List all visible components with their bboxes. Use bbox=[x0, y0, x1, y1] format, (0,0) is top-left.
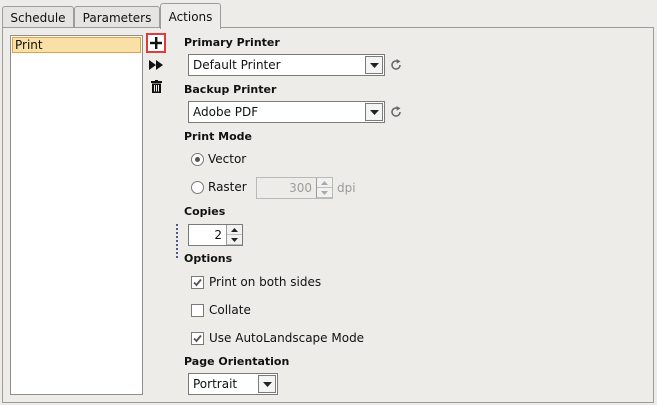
page-orientation-label: Page Orientation bbox=[184, 355, 290, 368]
chevron-up-icon[interactable] bbox=[317, 178, 332, 188]
chevron-down-icon[interactable] bbox=[258, 375, 276, 393]
refresh-icon[interactable] bbox=[389, 58, 403, 72]
backup-printer-value: Adobe PDF bbox=[193, 105, 259, 119]
checkbox-box[interactable] bbox=[191, 303, 204, 317]
page-orientation-select[interactable]: Portrait bbox=[188, 373, 278, 395]
primary-printer-label: Primary Printer bbox=[184, 36, 280, 49]
print-mode-label: Print Mode bbox=[184, 130, 253, 143]
collate-label: Collate bbox=[209, 303, 251, 317]
chevron-down-icon[interactable] bbox=[317, 188, 332, 198]
primary-printer-value: Default Printer bbox=[193, 58, 281, 72]
refresh-icon[interactable] bbox=[389, 105, 403, 119]
check-icon[interactable] bbox=[191, 275, 204, 289]
vector-radio[interactable]: Vector bbox=[191, 152, 246, 166]
chevron-down-icon[interactable] bbox=[227, 235, 242, 245]
tab-parameters[interactable]: Parameters bbox=[74, 6, 160, 28]
print-both-sides-label: Print on both sides bbox=[209, 275, 322, 289]
plus-icon bbox=[150, 37, 162, 49]
add-action-button[interactable] bbox=[146, 33, 166, 53]
raster-label: Raster bbox=[208, 180, 247, 194]
chevron-down-icon[interactable] bbox=[365, 103, 383, 121]
divider bbox=[176, 224, 178, 258]
tab-actions[interactable]: Actions bbox=[160, 3, 221, 29]
page-orientation-value: Portrait bbox=[193, 377, 238, 391]
chevron-down-icon[interactable] bbox=[365, 56, 383, 74]
radio-button[interactable] bbox=[191, 180, 204, 194]
backup-printer-label: Backup Printer bbox=[184, 83, 277, 96]
print-both-sides-checkbox[interactable]: Print on both sides bbox=[191, 275, 321, 289]
raster-radio[interactable]: Raster bbox=[191, 180, 247, 194]
trash-icon bbox=[150, 79, 162, 93]
delete-action-button[interactable] bbox=[146, 76, 166, 96]
run-action-button[interactable] bbox=[146, 55, 166, 75]
vector-label: Vector bbox=[208, 152, 247, 166]
check-icon[interactable] bbox=[191, 331, 204, 345]
copies-value: 2 bbox=[214, 228, 222, 242]
actions-panel: Print Primary Printer Default Printer Ba… bbox=[2, 27, 654, 403]
dpi-value: 300 bbox=[289, 181, 312, 195]
chevron-up-icon[interactable] bbox=[227, 225, 242, 235]
collate-checkbox[interactable]: Collate bbox=[191, 303, 251, 317]
copies-stepper[interactable]: 2 bbox=[188, 224, 243, 246]
primary-printer-select[interactable]: Default Printer bbox=[188, 54, 385, 76]
tab-schedule[interactable]: Schedule bbox=[2, 6, 74, 28]
backup-printer-select[interactable]: Adobe PDF bbox=[188, 101, 385, 123]
fast-forward-icon bbox=[149, 60, 163, 70]
options-label: Options bbox=[184, 252, 233, 265]
autolandscape-label: Use AutoLandscape Mode bbox=[209, 331, 365, 345]
actions-list[interactable]: Print bbox=[10, 35, 143, 395]
autolandscape-checkbox[interactable]: Use AutoLandscape Mode bbox=[191, 331, 364, 345]
radio-button[interactable] bbox=[191, 152, 204, 166]
copies-label: Copies bbox=[184, 205, 226, 218]
dpi-unit: dpi bbox=[337, 181, 356, 195]
dpi-stepper[interactable]: 300 bbox=[256, 177, 333, 199]
list-item[interactable]: Print bbox=[12, 37, 141, 53]
